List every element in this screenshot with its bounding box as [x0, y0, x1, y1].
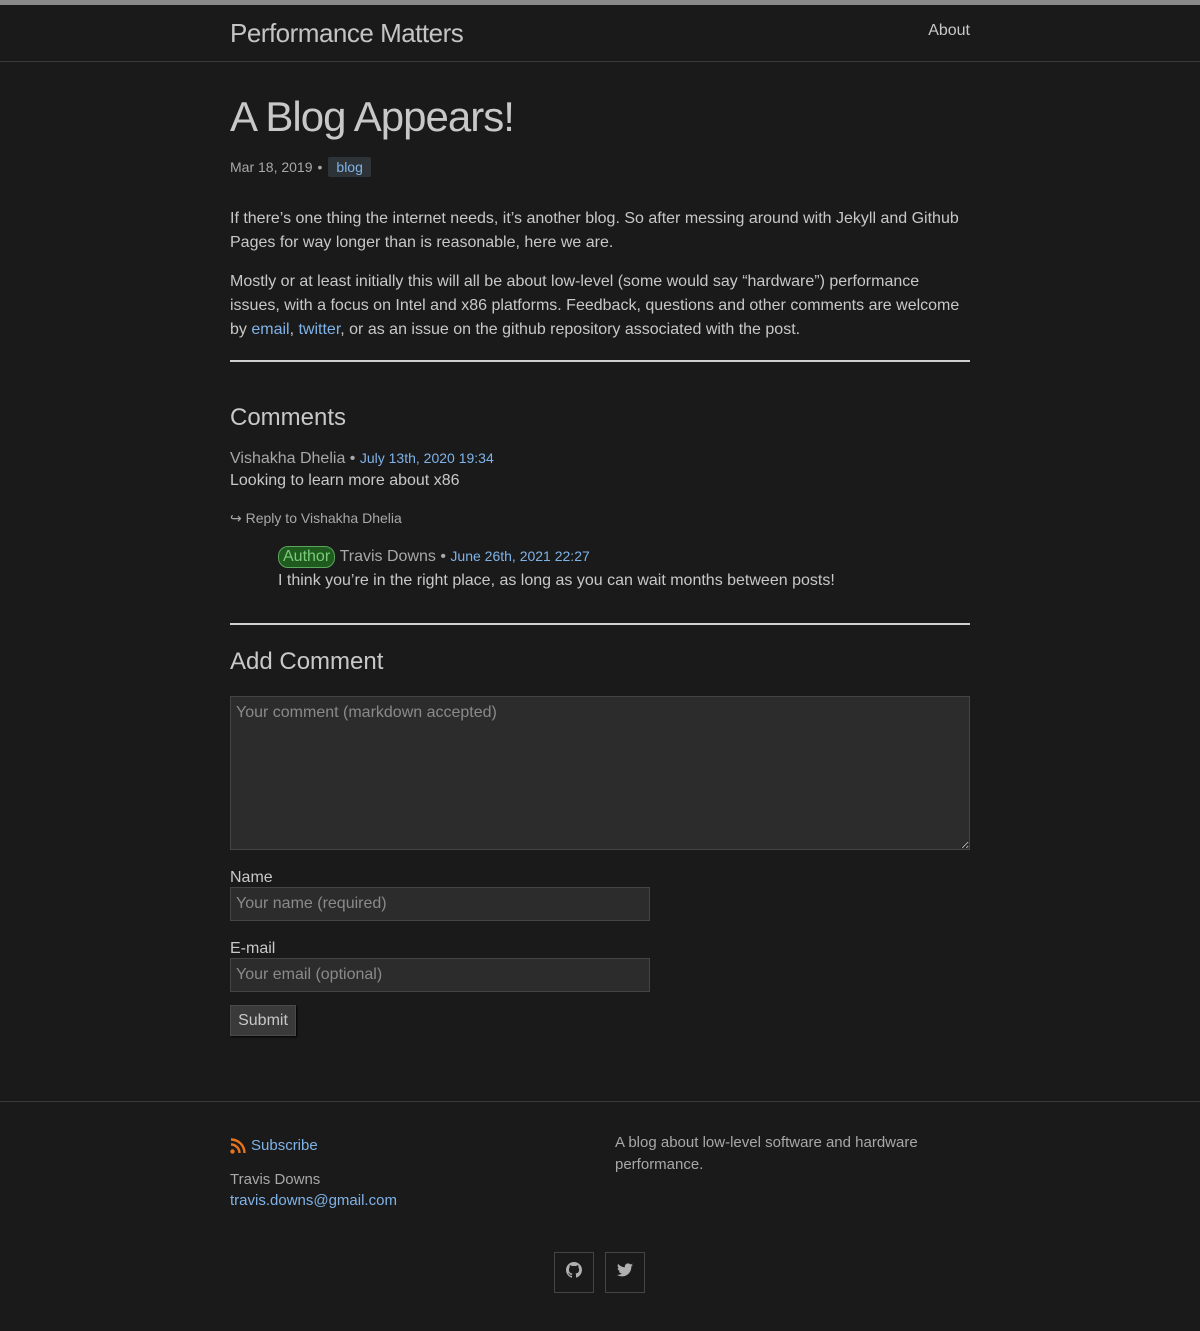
subscribe-link[interactable]: Subscribe: [230, 1137, 397, 1154]
author-badge: Author: [278, 546, 336, 568]
nav-about-link[interactable]: About: [928, 22, 970, 40]
add-comment-section: Add Comment Name E-mail Submit: [230, 648, 970, 1036]
comment-header: Author Travis Downs • June 26th, 2021 22…: [278, 546, 970, 568]
subscribe-label: Subscribe: [251, 1137, 318, 1154]
comment-separator: •: [440, 548, 446, 565]
divider: [230, 360, 970, 362]
email-input[interactable]: [230, 958, 650, 992]
post-paragraph: If there’s one thing the internet needs,…: [230, 210, 959, 251]
email-label: E-mail: [230, 940, 276, 957]
site-title[interactable]: Performance Matters: [230, 18, 464, 49]
submit-button[interactable]: Submit: [230, 1005, 296, 1036]
comment-author: Travis Downs: [339, 548, 436, 565]
divider: [230, 623, 970, 625]
reply-link[interactable]: ↪ Reply to Vishakha Dhelia: [230, 510, 970, 527]
footer-email-link[interactable]: travis.downs@gmail.com: [230, 1192, 397, 1209]
twitter-icon: [617, 1263, 633, 1282]
github-icon: [566, 1262, 582, 1283]
post-tag[interactable]: blog: [328, 157, 371, 177]
twitter-link[interactable]: twitter: [298, 321, 340, 338]
email-link[interactable]: email: [251, 321, 289, 338]
comments-section: Comments Vishakha Dhelia • July 13th, 20…: [230, 404, 970, 590]
comment-author: Vishakha Dhelia: [230, 450, 346, 467]
name-label: Name: [230, 869, 273, 886]
comment: Vishakha Dhelia • July 13th, 2020 19:34 …: [230, 450, 970, 590]
post-paragraph: Mostly or at least initially this will a…: [230, 270, 970, 342]
comment-text: I think you’re in the right place, as lo…: [278, 572, 835, 589]
name-input[interactable]: [230, 887, 650, 921]
footer-contact: Subscribe Travis Downs travis.downs@gmai…: [230, 1137, 397, 1209]
post-meta: Mar 18, 2019 • blog: [230, 156, 970, 178]
add-comment-heading: Add Comment: [230, 648, 384, 675]
comment-reply: Author Travis Downs • June 26th, 2021 22…: [278, 546, 970, 590]
meta-separator: •: [317, 159, 323, 175]
paragraph-text: , or as an issue on the github repositor…: [340, 321, 801, 338]
rss-icon: [230, 1137, 246, 1154]
comment-text: Looking to learn more about x86: [230, 472, 460, 489]
twitter-button[interactable]: [605, 1252, 645, 1293]
comment-textarea[interactable]: [230, 696, 970, 850]
comments-heading: Comments: [230, 404, 347, 431]
post-body: If there’s one thing the internet needs,…: [230, 207, 970, 342]
comment-separator: •: [349, 450, 356, 467]
comment-date-link[interactable]: June 26th, 2021 22:27: [450, 548, 589, 564]
github-button[interactable]: [554, 1252, 594, 1293]
comment-date-link[interactable]: July 13th, 2020 19:34: [360, 450, 494, 466]
site-header: Performance Matters About: [0, 5, 1200, 62]
post-date: Mar 18, 2019: [230, 159, 313, 175]
site-footer: Subscribe Travis Downs travis.downs@gmai…: [0, 1101, 1200, 1331]
main-content: A Blog Appears! Mar 18, 2019 • blog If t…: [230, 62, 970, 1036]
comment-header: Vishakha Dhelia • July 13th, 2020 19:34: [230, 450, 970, 468]
footer-description: A blog about low-level software and hard…: [615, 1134, 918, 1173]
footer-author-name: Travis Downs: [230, 1171, 321, 1188]
post-title: A Blog Appears!: [230, 93, 515, 140]
